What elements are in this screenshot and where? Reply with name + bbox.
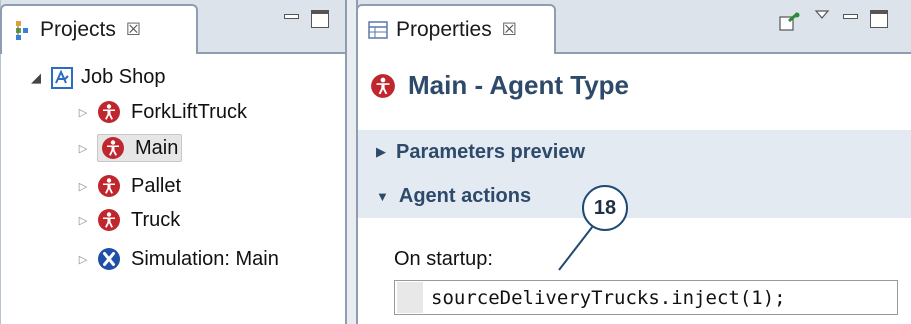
tab-properties[interactable]: Properties ☒ <box>356 4 556 54</box>
properties-tabbar: Properties ☒ <box>356 0 911 54</box>
maximize-icon[interactable] <box>870 10 888 28</box>
collapsed-arrow-icon[interactable]: ▷ <box>77 106 89 119</box>
collapsed-arrow-icon[interactable]: ▶ <box>376 144 386 160</box>
page-title: Main - Agent Type <box>408 70 629 100</box>
tree-item-label: ForkLiftTruck <box>131 100 247 123</box>
projects-panel: Projects ☒ ◢ Job Shop ▷ ForkLiftTruck ▷ <box>0 0 347 324</box>
collapsed-arrow-icon[interactable]: ▷ <box>77 180 89 193</box>
maximize-icon[interactable] <box>311 10 329 28</box>
close-icon[interactable]: ☒ <box>126 20 141 40</box>
agent-icon <box>102 137 124 159</box>
close-icon[interactable]: ☒ <box>502 20 517 40</box>
on-startup-code-field[interactable]: sourceDeliveryTrucks.inject(1); <box>394 280 898 315</box>
expanded-arrow-icon[interactable]: ◢ <box>31 70 41 86</box>
tree-item[interactable]: ▷ Main <box>77 134 183 162</box>
section-label: Parameters preview <box>396 140 586 163</box>
agent-icon <box>98 175 120 197</box>
on-startup-label: On startup: <box>394 248 493 270</box>
tree-item[interactable]: ▷ ForkLiftTruck <box>77 100 247 124</box>
tree-item-label: Main <box>135 136 179 159</box>
collapsed-arrow-icon[interactable]: ▷ <box>77 142 89 155</box>
tree-item-label: Simulation: Main <box>131 247 279 270</box>
agent-icon <box>371 73 395 98</box>
properties-icon <box>368 21 388 39</box>
simulation-icon <box>98 248 120 270</box>
projects-window-buttons <box>283 10 329 28</box>
tree-root-label: Job Shop <box>81 66 166 88</box>
on-startup-code[interactable]: sourceDeliveryTrucks.inject(1); <box>431 287 786 309</box>
projects-tab-label: Projects <box>40 18 116 41</box>
expanded-arrow-icon[interactable]: ▼ <box>376 189 389 204</box>
minimize-icon[interactable] <box>283 10 301 28</box>
view-menu-icon[interactable] <box>814 8 830 20</box>
projects-tabbar: Projects ☒ <box>0 0 345 54</box>
tree-item[interactable]: ▷ Pallet <box>77 174 181 198</box>
properties-title: Main - Agent Type <box>370 70 629 101</box>
properties-panel: Properties ☒ Main - Agent Type ▶ Paramet… <box>356 0 911 324</box>
collapsed-arrow-icon[interactable]: ▷ <box>77 253 89 266</box>
section-agent-actions[interactable]: ▼ Agent actions <box>358 174 911 218</box>
model-icon <box>51 66 73 89</box>
agent-icon <box>98 101 120 123</box>
tree-item-label: Truck <box>131 208 181 231</box>
projects-icon <box>16 21 28 40</box>
tree-item[interactable]: ▷ Truck <box>77 208 180 232</box>
tree-item-label: Pallet <box>131 174 182 197</box>
section-parameters-preview[interactable]: ▶ Parameters preview <box>358 130 911 174</box>
tree-item[interactable]: ▷ Simulation: Main <box>77 247 279 271</box>
minimize-icon[interactable] <box>842 10 860 28</box>
properties-window-buttons <box>842 10 888 28</box>
tab-projects[interactable]: Projects ☒ <box>0 4 198 54</box>
pin-icon[interactable] <box>778 12 800 32</box>
collapsed-arrow-icon[interactable]: ▷ <box>77 214 89 227</box>
selected-tree-item[interactable]: Main <box>97 134 183 162</box>
properties-tab-label: Properties <box>396 18 492 41</box>
agent-icon <box>98 209 120 231</box>
section-label: Agent actions <box>398 184 532 207</box>
tree-root-row[interactable]: ◢ Job Shop <box>31 66 166 89</box>
code-gutter <box>397 282 423 313</box>
callout-pointer <box>558 225 594 271</box>
panel-gap <box>347 0 356 324</box>
